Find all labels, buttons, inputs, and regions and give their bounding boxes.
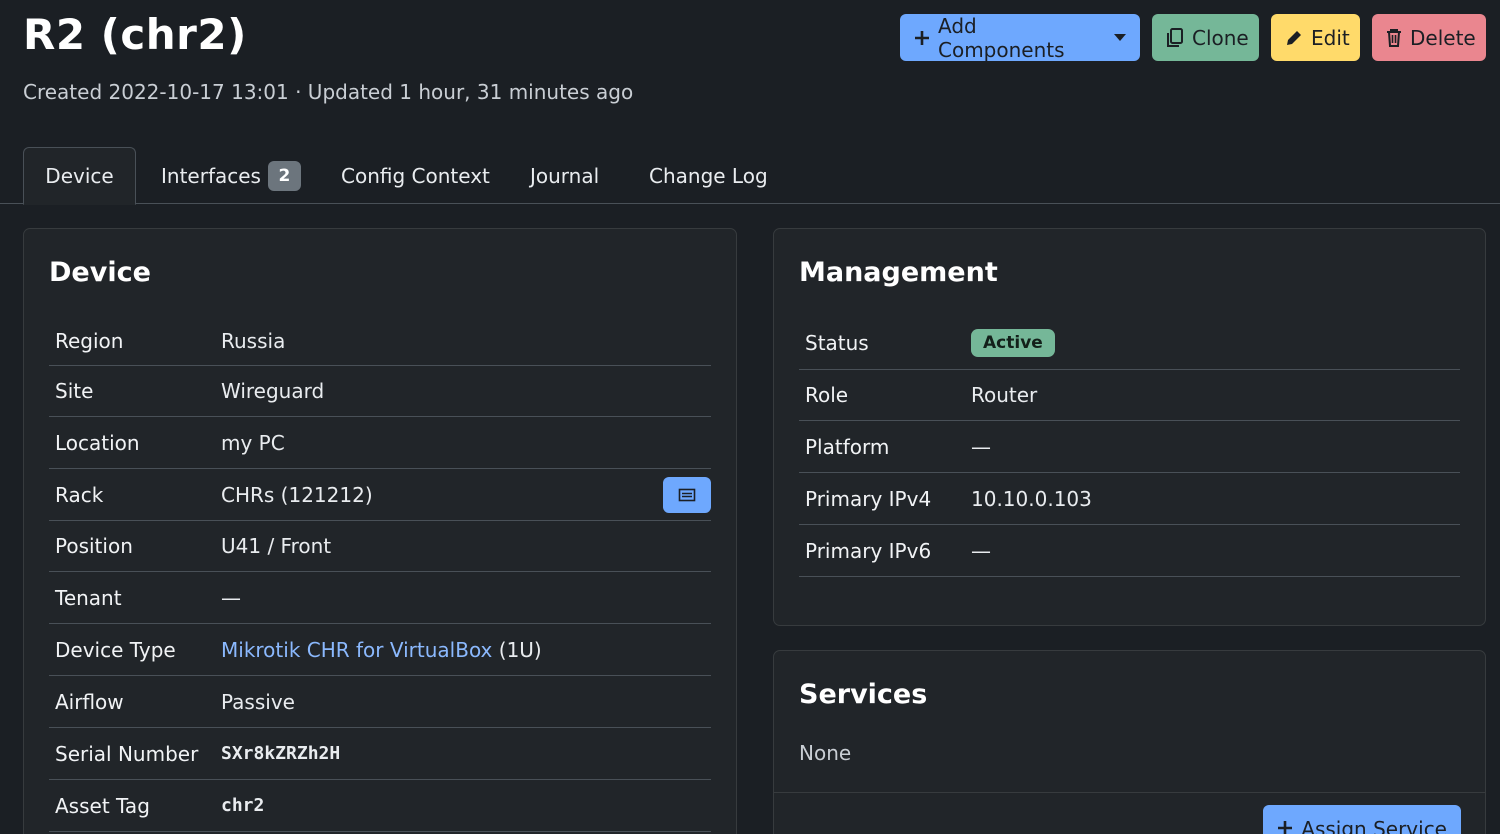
row-status: Status Active [799,316,1460,370]
primary-ipv4-link[interactable]: 10.10.0.103 [971,487,1092,511]
tab-interfaces[interactable]: Interfaces 2 [161,147,301,204]
asset-tag-value: chr2 [221,795,265,816]
row-serial-number: Serial Number SXr8kZRZh2H [49,728,711,780]
tab-bar: Device Interfaces 2 Config Context Journ… [0,147,1500,205]
device-page: R2 (chr2) Created 2022-10-17 13:01 · Upd… [0,0,1500,834]
trash-icon [1386,28,1402,47]
chevron-down-icon [1114,34,1126,41]
device-card: Device Region Russia Site Wireguard Loca… [23,228,737,834]
row-site: Site Wireguard [49,366,711,417]
clone-button[interactable]: Clone [1152,14,1259,61]
tab-change-log-label: Change Log [649,163,768,188]
action-buttons: Add Components Clone Edit Delete [900,13,1486,62]
row-airflow: Airflow Passive [49,676,711,728]
services-card-title: Services [799,679,928,710]
plus-icon [914,30,930,46]
row-role: Role Router [799,370,1460,421]
row-location: Location my PC [49,417,711,469]
device-card-title: Device [49,257,151,288]
rack-link[interactable]: CHRs (121212) [221,483,373,507]
management-card-title: Management [799,257,998,288]
row-rack: Rack CHRs (121212) [49,469,711,521]
row-primary-ipv4: Primary IPv4 10.10.0.103 [799,473,1460,525]
row-label: Airflow [55,689,124,714]
row-primary-ipv6: Primary IPv6 — [799,525,1460,577]
row-tenant: Tenant — [49,572,711,624]
row-label: Site [55,379,94,403]
row-label: Tenant [55,585,122,610]
row-label: Rack [55,482,104,507]
edit-label: Edit [1311,25,1350,50]
platform-value: — [971,434,991,459]
row-label: Primary IPv4 [805,486,932,511]
pencil-icon [1285,29,1303,47]
tab-journal-label: Journal [530,163,600,188]
status-value: Active [971,328,1055,357]
status-badge: Active [971,328,1055,357]
edit-button[interactable]: Edit [1271,14,1360,61]
tab-config-context-label: Config Context [341,163,490,188]
tab-interfaces-label: Interfaces [161,163,261,188]
add-components-button[interactable]: Add Components [900,13,1140,62]
services-card-footer: Assign Service [774,792,1485,834]
tab-change-log[interactable]: Change Log [649,147,768,204]
tab-journal[interactable]: Journal [530,147,599,204]
page-subtitle: Created 2022-10-17 13:01 · Updated 1 hou… [23,80,634,104]
row-label: Device Type [55,637,176,662]
delete-label: Delete [1410,25,1476,50]
row-label: Location [55,430,140,455]
assign-service-button[interactable]: Assign Service [1263,805,1461,834]
row-label: Asset Tag [55,793,150,818]
rack-icon [678,483,696,507]
tab-config-context[interactable]: Config Context [341,147,490,204]
row-asset-tag: Asset Tag chr2 [49,780,711,832]
location-link[interactable]: my PC [221,431,285,455]
clone-label: Clone [1192,25,1249,50]
airflow-value: Passive [221,689,295,714]
add-components-label: Add Components [938,13,1065,62]
row-label: Serial Number [55,741,199,766]
row-label: Primary IPv6 [805,538,932,563]
services-card: Services None Assign Service [773,650,1486,834]
row-position: Position U41 / Front [49,521,711,572]
device-type-height: (1U) [498,637,542,662]
serial-number-value: SXr8kZRZh2H [221,743,341,764]
view-rack-button[interactable] [663,476,711,513]
row-device-type: Device Type Mikrotik CHR for VirtualBox … [49,624,711,676]
copy-icon [1166,27,1184,48]
services-empty-text: None [799,741,852,765]
region-link[interactable]: Russia [221,329,285,353]
row-label: Region [55,328,124,353]
row-label: Platform [805,434,890,459]
row-region: Region Russia [49,316,711,366]
tenant-value: — [221,585,241,610]
plus-icon [1277,817,1293,834]
assign-service-label: Assign Service [1301,816,1447,834]
site-link[interactable]: Wireguard [221,379,324,403]
primary-ipv6-value: — [971,538,991,563]
row-platform: Platform — [799,421,1460,473]
device-type-value: Mikrotik CHR for VirtualBox (1U) [221,638,542,662]
delete-button[interactable]: Delete [1372,14,1486,61]
row-label: Position [55,534,133,558]
device-type-link[interactable]: Mikrotik CHR for VirtualBox [221,638,492,662]
tab-device-label: Device [45,164,114,188]
interfaces-count-badge: 2 [267,160,301,191]
row-label: Role [805,383,849,407]
role-link[interactable]: Router [971,383,1037,407]
row-label: Status [805,330,869,355]
tab-device[interactable]: Device [23,147,136,205]
management-card: Management Status Active Role Router Pla… [773,228,1486,626]
page-title: R2 (chr2) [23,10,247,59]
position-value: U41 / Front [221,534,332,558]
